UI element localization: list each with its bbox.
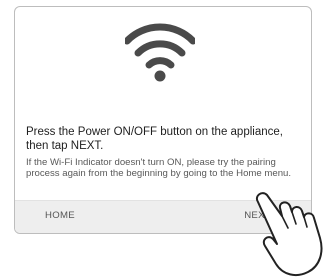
instruction-description: If the Wi-Fi Indicator doesn't turn ON, … [26, 157, 292, 180]
pointing-hand-icon [250, 186, 329, 280]
home-button[interactable]: HOME [45, 210, 75, 221]
instruction-title: Press the Power ON/OFF button on the app… [26, 126, 283, 152]
wifi-icon [125, 21, 195, 83]
